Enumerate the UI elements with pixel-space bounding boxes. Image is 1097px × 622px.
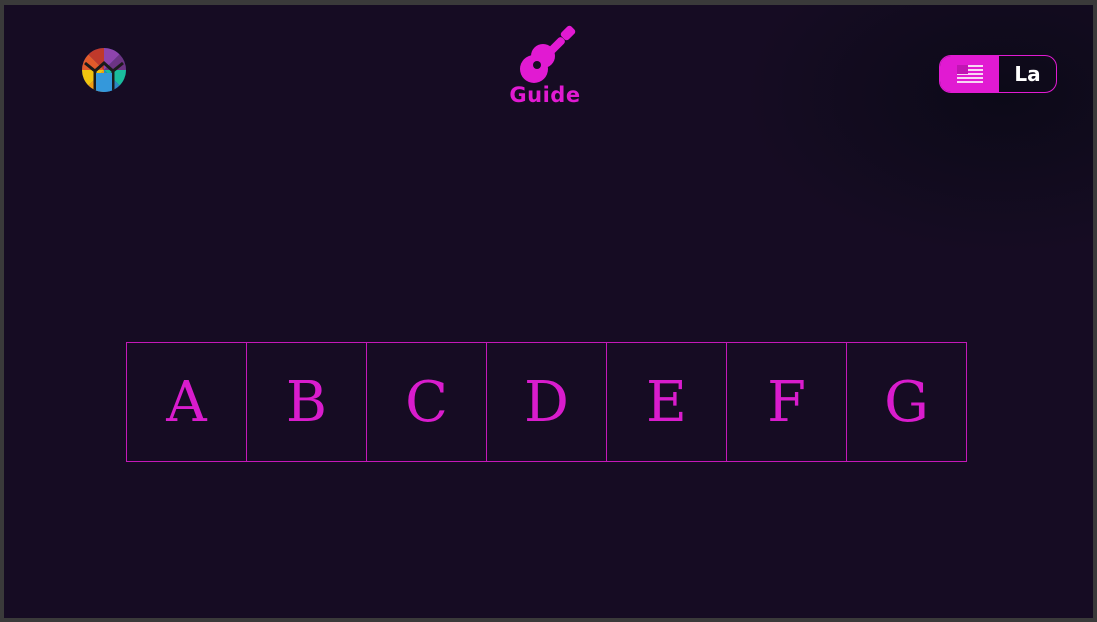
note-g[interactable]: G [847,343,966,461]
notes-row: A B C D E F G [126,342,967,462]
app-screen: Guide La A B C D E F G [4,5,1093,618]
note-a[interactable]: A [127,343,247,461]
guide-button[interactable]: Guide [490,25,600,125]
note-f[interactable]: F [727,343,847,461]
guide-label: Guide [509,83,581,107]
us-flag-icon [940,56,999,92]
note-c[interactable]: C [367,343,487,461]
logo-icon[interactable] [81,47,127,93]
note-b[interactable]: B [247,343,367,461]
note-d[interactable]: D [487,343,607,461]
note-e[interactable]: E [607,343,727,461]
guitar-icon [490,25,600,85]
language-toggle[interactable]: La [939,55,1057,93]
language-code: La [1014,62,1041,86]
